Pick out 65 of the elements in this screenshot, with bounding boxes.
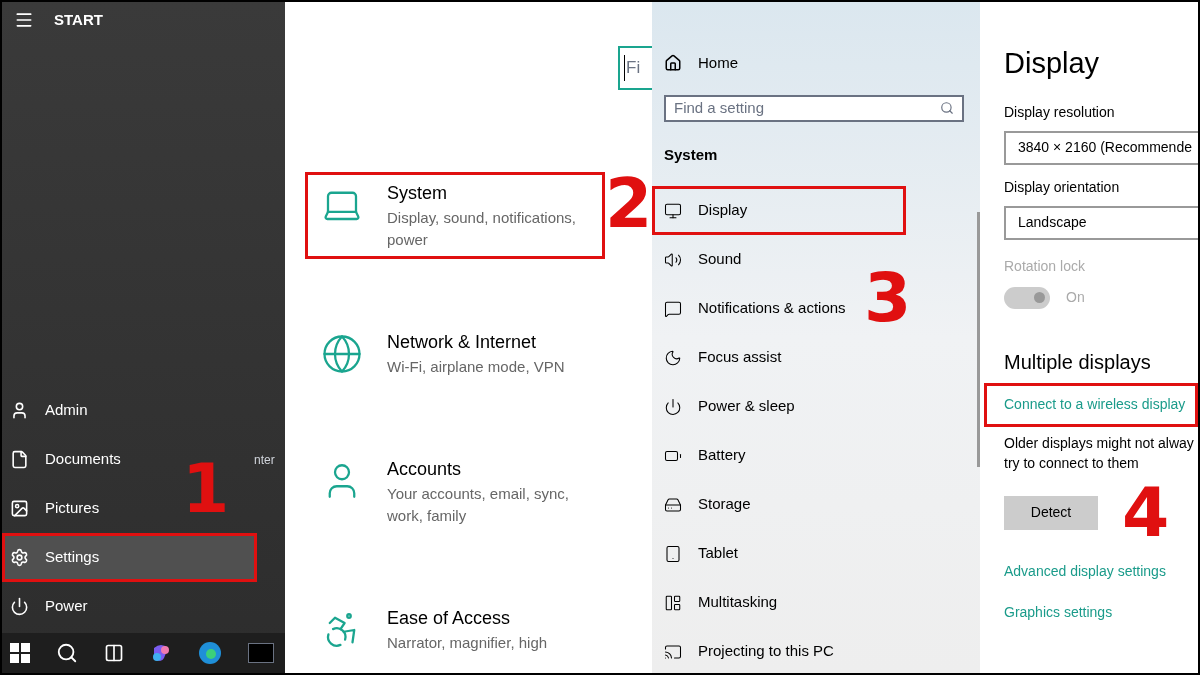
toggle-label: Rotation lock: [1004, 256, 1086, 276]
field-label: Display orientation: [1004, 177, 1121, 197]
speech-bubble-icon: [664, 299, 682, 318]
settings-icon: [10, 548, 29, 567]
detect-button[interactable]: Detect: [1004, 495, 1098, 530]
section-heading: System: [664, 144, 719, 165]
start-menu-item[interactable]: Documents: [2, 435, 129, 484]
nav-item[interactable]: Focus assist: [652, 333, 790, 382]
moon-icon: [664, 348, 682, 367]
nav-item[interactable]: Projecting to this PC: [652, 627, 842, 673]
document-icon: [10, 450, 29, 469]
speaker-icon: [664, 250, 682, 269]
start-title: START: [54, 9, 103, 30]
terminal-icon[interactable]: [248, 643, 274, 663]
nav-item[interactable]: Battery: [652, 431, 754, 480]
background-text: nter: [254, 452, 275, 469]
search-field[interactable]: Find a setting: [664, 95, 964, 122]
home-link[interactable]: Home: [664, 52, 980, 74]
nav-item[interactable]: Multitasking: [652, 578, 786, 627]
description-text: try to connect to them: [1004, 453, 1140, 473]
field-label: Display resolution: [1004, 102, 1116, 122]
start-menu-item[interactable]: Pictures: [2, 484, 108, 533]
globe-icon: [321, 333, 363, 375]
settings-category[interactable]: Accounts Your accounts, email, sync, work, family: [305, 448, 605, 535]
description-text: Older displays might not alway: [1004, 433, 1195, 453]
start-menu-item[interactable]: Admin: [2, 386, 96, 435]
nav-item[interactable]: Notifications & actions: [652, 284, 854, 333]
step-number: 3: [864, 264, 912, 332]
menu-icon[interactable]: [14, 10, 34, 30]
orientation-dropdown[interactable]: Landscape: [1004, 205, 1198, 240]
settings-link[interactable]: Graphics settings: [1004, 601, 1198, 623]
nav-item[interactable]: Power & sleep: [652, 382, 803, 431]
monitor-icon: [664, 201, 682, 220]
user-icon: [10, 401, 29, 420]
toggle-state: On: [1066, 288, 1085, 307]
windows-logo-icon[interactable]: [10, 643, 30, 663]
step-number: 4: [1122, 478, 1170, 547]
step-number: 2: [605, 170, 653, 238]
picture-icon: [10, 499, 29, 518]
tablet-icon: [664, 544, 682, 563]
section-heading: Multiple displays: [1004, 349, 1152, 375]
settings-category[interactable]: Ease of Access Narrator, magnifier, high: [305, 597, 605, 662]
nav-item[interactable]: Display: [652, 186, 906, 235]
resolution-dropdown[interactable]: 3840 × 2160 (Recommende: [1004, 130, 1198, 165]
step-number: 1: [182, 455, 230, 523]
wireless-display-link[interactable]: Connect to a wireless display: [984, 382, 1198, 427]
power-icon: [10, 597, 29, 616]
home-icon: [664, 54, 682, 72]
settings-category[interactable]: System Display, sound, notifications, power: [305, 172, 605, 259]
settings-category[interactable]: Network & Internet Wi-Fi, airplane mode, VPN: [305, 321, 605, 386]
browser-icon[interactable]: [198, 641, 222, 665]
colorful-swirl-icon[interactable]: [150, 642, 172, 664]
search-icon: [940, 101, 954, 116]
search-icon[interactable]: [56, 642, 78, 664]
nav-item[interactable]: Tablet: [652, 529, 747, 578]
nav-item[interactable]: Sound: [652, 235, 750, 284]
power-icon: [664, 397, 682, 416]
start-menu-item[interactable]: Settings: [2, 533, 257, 582]
nav-item[interactable]: Storage: [652, 480, 759, 529]
task-view-icon[interactable]: [104, 643, 124, 663]
page-title: Display: [1004, 46, 1101, 81]
drive-icon: [664, 495, 682, 514]
settings-link[interactable]: Advanced display settings: [1004, 560, 1198, 582]
multitasking-icon: [664, 593, 682, 612]
start-menu-item[interactable]: Power: [2, 582, 96, 631]
